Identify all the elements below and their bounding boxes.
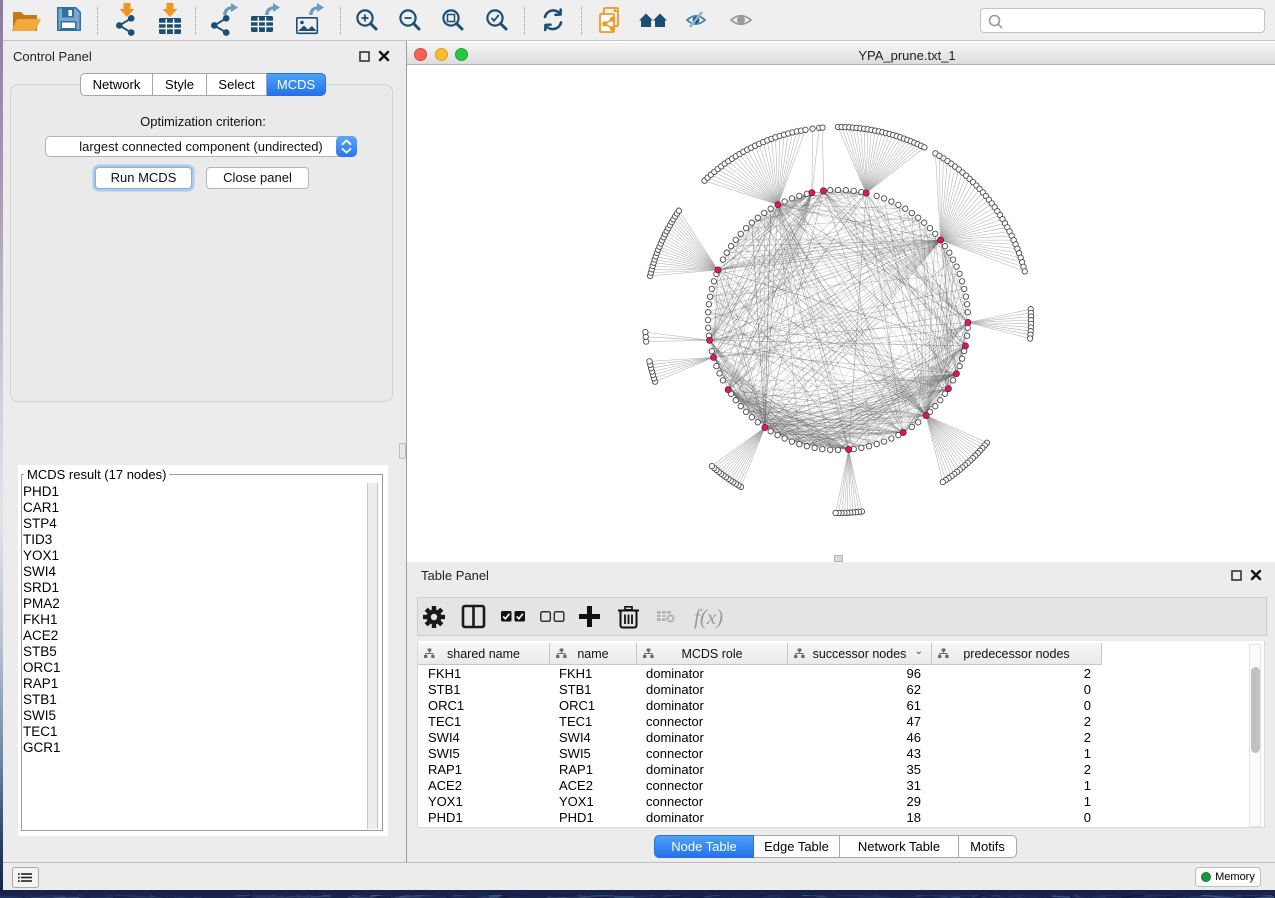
svg-text:f(x): f(x) <box>694 605 723 629</box>
